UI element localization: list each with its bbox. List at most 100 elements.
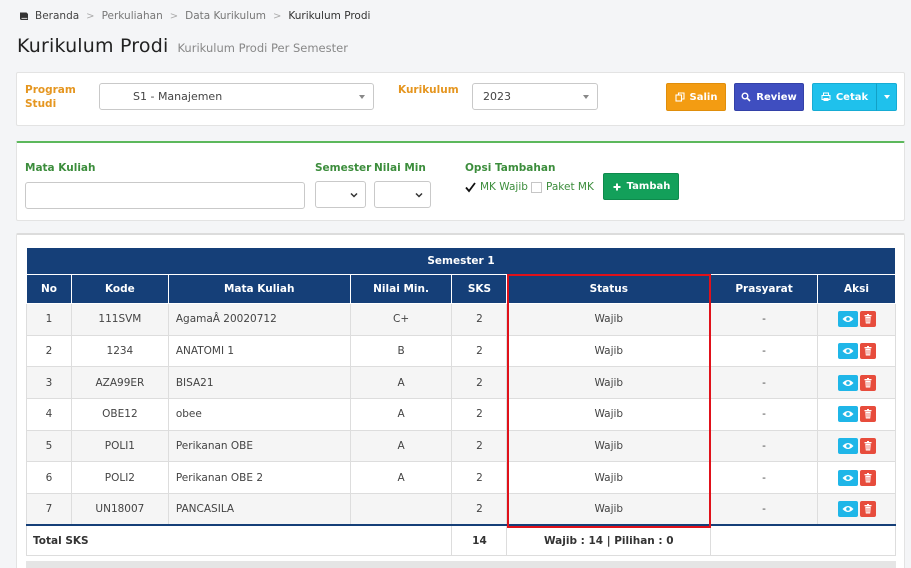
- cell-aksi: [817, 334, 896, 368]
- cell-sks: 2: [451, 493, 508, 526]
- cell-status: Wajib: [506, 366, 712, 400]
- cell-no: 6: [26, 461, 72, 495]
- paket-mk-checkbox[interactable]: [531, 181, 542, 193]
- cell-aksi: [817, 366, 896, 400]
- cell-no: 3: [26, 366, 72, 400]
- trash-icon: [864, 441, 872, 451]
- cell-kode: OBE12: [70, 398, 169, 431]
- table-row: 2 1234 ANATOMI 1 B 2 Wajib -: [26, 334, 896, 368]
- eye-icon: [842, 411, 854, 418]
- tambah-button[interactable]: Tambah: [603, 173, 679, 200]
- breadcrumb-beranda[interactable]: Beranda: [35, 10, 79, 22]
- cell-no: 1: [26, 303, 72, 336]
- kurikulum-select[interactable]: 2023: [472, 83, 598, 110]
- col-header-nilai-min: Nilai Min.: [349, 274, 453, 304]
- curriculum-table: Semester 1 No Kode Mata Kuliah Nilai Min…: [25, 247, 896, 556]
- cell-kode: AZA99ER: [70, 366, 169, 400]
- breadcrumb-data-kurikulum[interactable]: Data Kurikulum: [185, 10, 266, 22]
- cell-nilai-min: A: [349, 398, 453, 431]
- breadcrumb: Beranda > Perkuliahan > Data Kurikulum >…: [19, 10, 370, 22]
- semester-label: Semester: [315, 162, 372, 174]
- view-button[interactable]: [837, 311, 858, 328]
- view-button[interactable]: [837, 374, 858, 391]
- page-subtitle: Kurikulum Prodi Per Semester: [177, 41, 348, 55]
- breadcrumb-kurikulum-prodi: Kurikulum Prodi: [288, 10, 371, 22]
- cell-no: 2: [26, 334, 72, 368]
- cell-nilai-min: A: [349, 429, 453, 463]
- paket-mk-label: Paket MK: [546, 181, 594, 193]
- delete-button[interactable]: [859, 501, 876, 518]
- cell-sks: 2: [451, 303, 508, 336]
- cell-status: Wajib: [506, 493, 712, 526]
- cetak-button[interactable]: Cetak: [812, 83, 877, 111]
- search-icon: [741, 92, 751, 102]
- eye-icon: [842, 474, 854, 481]
- delete-button[interactable]: [859, 374, 876, 391]
- trash-icon: [864, 377, 872, 388]
- cell-mata-kuliah: obee: [167, 398, 351, 431]
- paket-mk-option[interactable]: Paket MK: [531, 181, 594, 193]
- col-header-mata-kuliah: Mata Kuliah: [167, 274, 351, 304]
- delete-button[interactable]: [859, 438, 876, 455]
- delete-button[interactable]: [859, 343, 876, 360]
- chevron-right-icon: >: [86, 10, 95, 22]
- view-button[interactable]: [837, 469, 858, 486]
- mata-kuliah-label: Mata Kuliah: [25, 162, 96, 174]
- cell-nilai-min: A: [349, 366, 453, 400]
- view-button[interactable]: [837, 438, 858, 455]
- kurikulum-value: 2023: [483, 90, 511, 103]
- review-button[interactable]: Review: [734, 83, 804, 111]
- cell-sks: 2: [451, 461, 508, 495]
- view-button[interactable]: [837, 501, 858, 518]
- semester-select[interactable]: [315, 181, 366, 208]
- horizontal-scrollbar[interactable]: [26, 561, 896, 568]
- table-row: 1 111SVM AgamaÂ 20020712 C+ 2 Wajib -: [26, 303, 896, 336]
- cell-kode: POLI2: [70, 461, 169, 495]
- cell-nilai-min: A: [349, 461, 453, 495]
- cell-status: Wajib: [506, 429, 712, 463]
- cell-sks: 2: [451, 398, 508, 431]
- col-header-aksi: Aksi: [817, 274, 896, 304]
- table-row: 7 UN18007 PANCASILA 2 Wajib -: [26, 493, 896, 526]
- review-label: Review: [756, 91, 797, 103]
- table-row: 4 OBE12 obee A 2 Wajib -: [26, 398, 896, 431]
- total-row: Total SKS 14 Wajib : 14 | Pilihan : 0: [25, 524, 896, 556]
- salin-button[interactable]: Salin: [666, 83, 726, 111]
- trash-icon: [864, 314, 872, 324]
- plus-icon: [613, 183, 621, 190]
- delete-button[interactable]: [859, 406, 876, 423]
- delete-button[interactable]: [859, 311, 876, 328]
- cell-kode: 111SVM: [70, 303, 169, 336]
- cell-status: Wajib: [506, 334, 712, 368]
- cell-prasyarat: -: [710, 334, 819, 368]
- col-header-no: No: [26, 274, 72, 304]
- nilai-min-select[interactable]: [374, 181, 431, 208]
- cell-prasyarat: -: [710, 461, 819, 495]
- program-studi-select[interactable]: S1 - Manajemen: [99, 83, 374, 110]
- caret-down-icon: [359, 94, 365, 99]
- mk-wajib-option[interactable]: MK Wajib: [465, 181, 528, 193]
- view-button[interactable]: [837, 406, 858, 423]
- cell-mata-kuliah: AgamaÂ 20020712: [167, 303, 351, 336]
- page-title: Kurikulum Prodi: [17, 35, 169, 57]
- book-icon: [19, 11, 29, 21]
- trash-icon: [864, 346, 872, 356]
- total-sks-label: Total SKS: [25, 524, 453, 556]
- table-row: 3 AZA99ER BISA21 A 2 Wajib -: [26, 366, 896, 400]
- trash-icon: [864, 409, 872, 419]
- page-header: Kurikulum Prodi Kurikulum Prodi Per Seme…: [17, 35, 348, 57]
- cell-prasyarat: -: [710, 366, 819, 400]
- col-header-status: Status: [506, 274, 712, 304]
- view-button[interactable]: [837, 343, 858, 360]
- breadcrumb-perkuliahan[interactable]: Perkuliahan: [102, 10, 163, 22]
- mk-wajib-checkbox[interactable]: [465, 181, 476, 193]
- nilai-min-label: Nilai Min: [374, 162, 426, 174]
- caret-down-icon: [583, 94, 589, 99]
- mata-kuliah-input[interactable]: [25, 182, 305, 209]
- program-studi-value: S1 - Manajemen: [133, 90, 223, 103]
- cell-sks: 2: [451, 366, 508, 400]
- cetak-dropdown-toggle[interactable]: [876, 83, 897, 111]
- program-studi-label: Program Studi: [25, 84, 76, 110]
- kurikulum-label: Kurikulum: [398, 84, 459, 96]
- delete-button[interactable]: [859, 469, 876, 486]
